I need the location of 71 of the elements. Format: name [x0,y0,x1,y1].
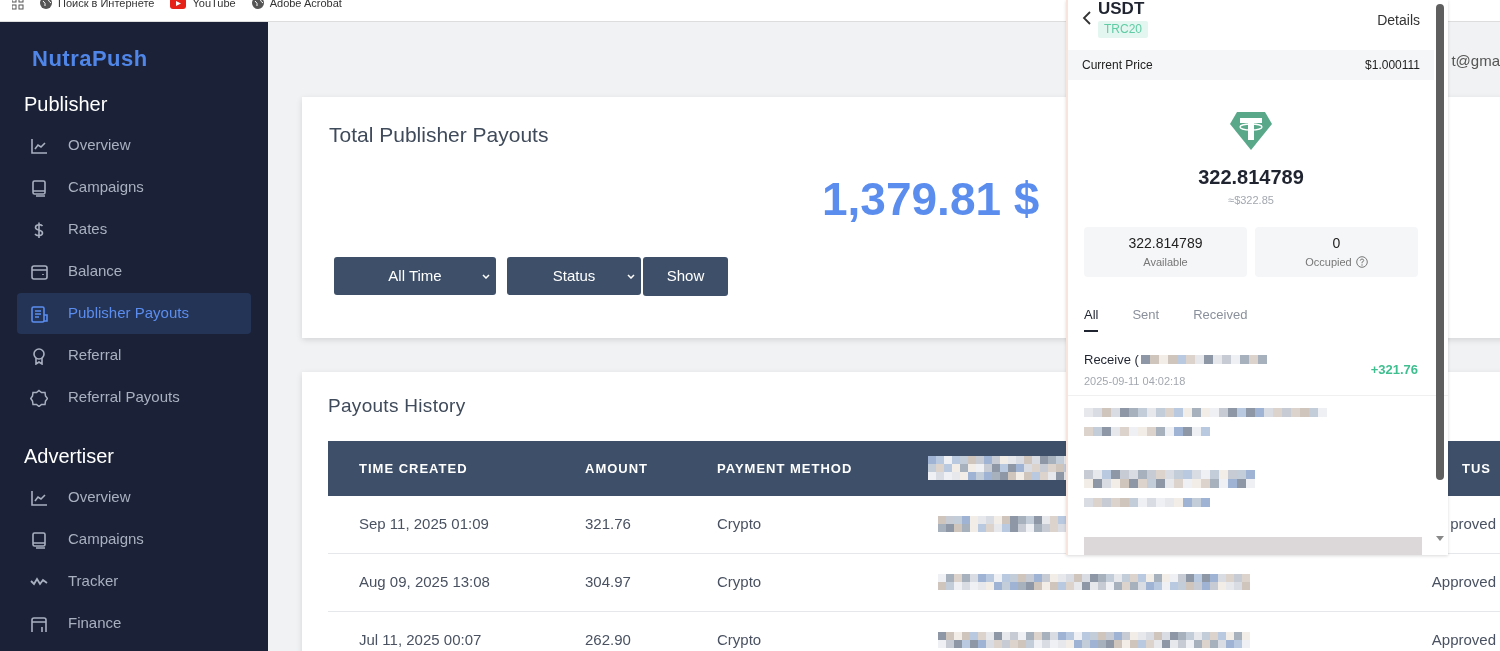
bookmark-link[interactable]: YouTube [170,0,236,9]
price-label: Current Price [1082,57,1153,74]
table-cell: 304.97 [585,572,631,590]
table-cell: Crypto [717,572,762,590]
table-cell: 262.90 [585,630,631,648]
sidebar-item[interactable]: Overview [17,125,251,166]
table-cell: Jul 11, 2025 00:07 [359,630,482,648]
filter-dropdown[interactable]: All Time [334,257,496,295]
details-link[interactable]: Details [1377,10,1420,31]
scroll-down-icon [1436,536,1444,541]
filter-dropdown[interactable]: Status [507,257,641,295]
card-icon [30,614,48,633]
coin-name: USDT [1098,0,1145,18]
column-header: TUS [1462,461,1491,476]
card-title: Total Publisher Payouts [329,122,549,148]
transaction-title: Receive ( [1084,350,1139,369]
table-cell: 321.76 [585,514,631,532]
transaction-amount: +321.76 [1370,360,1418,379]
sidebar-item[interactable]: Campaigns [17,167,251,208]
section-heading: Publisher [23,92,109,117]
sidebar-item[interactable]: Balance [17,251,251,292]
bookmark-link[interactable]: Adobe Acrobat [251,0,342,9]
caret-icon [482,274,490,279]
table-cell: Crypto [717,630,762,648]
tether-logo-icon [1230,112,1272,150]
section-heading: Advertiser [23,444,116,469]
status-cell: Approved [1431,630,1496,648]
network-badge: TRC20 [1098,21,1148,38]
caret-icon [627,274,635,279]
status-cell: proved [1450,514,1496,532]
price-value: $1.000111 [1365,57,1420,74]
stat-label: Occupied [1305,254,1352,270]
table-cell: Sep 11, 2025 01:09 [359,514,489,532]
stat-label: Available [1143,254,1188,270]
sidebar-item[interactable]: Referral [17,335,251,376]
sidebar-item[interactable]: Overview [17,477,251,518]
line-chart-icon [30,136,48,155]
book-icon [30,530,48,549]
document-icon [30,304,48,323]
status-cell: Approved [1431,572,1496,590]
column-header: PAYMENT METHOD [717,461,853,476]
app-logo: NutraPush [31,45,149,73]
book-icon [30,178,48,197]
apps-grid-icon [12,0,24,10]
scrollbar-thumb[interactable] [1436,4,1444,480]
card-title: Payouts History [328,394,466,418]
total-amount: 1,379.81 $ [822,171,1040,227]
balance-amount: 322.814789 [1198,165,1304,190]
user-email: t@gma [1451,51,1500,71]
sidebar-item[interactable]: Finance [17,603,251,644]
column-header: TIME CREATED [359,461,468,476]
sidebar-item[interactable]: Referral Payouts [17,377,251,418]
back-icon [1082,11,1092,25]
sidebar-item[interactable]: Tracker [17,561,251,602]
bookmark-link[interactable]: Поиск в Интернете [40,0,155,9]
show-button[interactable]: Show [643,256,728,296]
table-cell: Aug 09, 2025 13:08 [359,572,490,590]
badge-icon [30,388,48,407]
line-chart-icon [30,488,48,507]
sidebar-item[interactable]: Publisher Payouts [17,293,251,334]
ribbon-icon [30,346,48,365]
stat-value: 0 [1332,233,1341,253]
table-cell: Crypto [717,514,762,532]
wallet-icon [30,262,48,281]
balance-usd: ≈$322.85 [1228,193,1274,208]
transaction-date: 2025-09-11 04:02:18 [1084,374,1187,389]
sidebar-item[interactable]: Campaigns [17,519,251,560]
transaction-tab[interactable]: All [1084,304,1099,332]
column-header: AMOUNT [585,461,649,476]
stat-value: 322.814789 [1128,233,1203,253]
sidebar-item[interactable]: Rates [17,209,251,250]
